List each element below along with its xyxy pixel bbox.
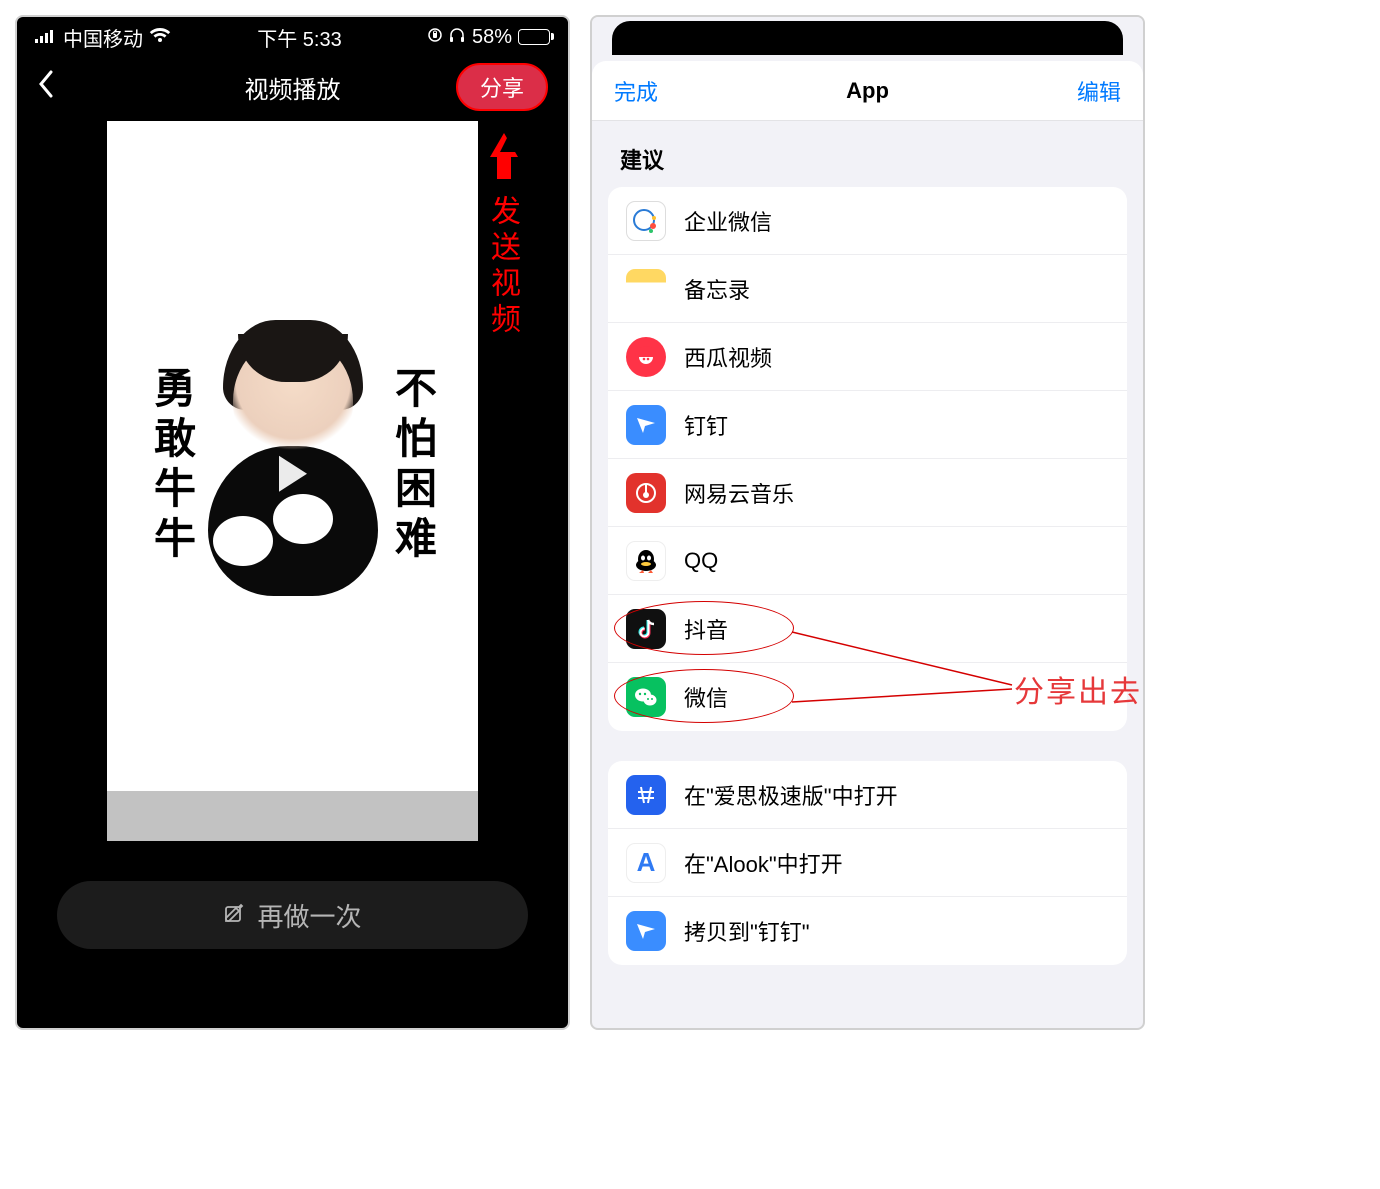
app-row-dingcopy[interactable]: 拷贝到"钉钉" <box>608 897 1127 965</box>
app-label: 在"爱思极速版"中打开 <box>684 779 898 811</box>
app-row-notes[interactable]: 备忘录 <box>608 255 1127 323</box>
app-label: 微信 <box>684 681 728 713</box>
app-row-wework[interactable]: 企业微信 <box>608 187 1127 255</box>
app-label: 抖音 <box>684 613 728 645</box>
annotation-share-out: 分享出去 <box>1014 667 1142 711</box>
video-preview[interactable]: 勇敢牛牛 不怕困难 <box>107 121 478 841</box>
redo-label: 再做一次 <box>257 897 361 934</box>
app-row-netease[interactable]: 网易云音乐 <box>608 459 1127 527</box>
wework-icon <box>626 201 666 241</box>
lock-icon <box>428 26 442 49</box>
video-share-screen: 中国移动 下午 5:33 58% 视频播放 分享 发送视频 勇敢牛牛 <box>15 15 570 1030</box>
app-label: 备忘录 <box>684 273 750 305</box>
battery-label: 58% <box>472 26 512 49</box>
app-label: 网易云音乐 <box>684 477 794 509</box>
page-title: 视频播放 <box>245 70 341 105</box>
app-list: 企业微信 备忘录 西瓜视频 钉钉 网易云音乐 <box>608 187 1127 731</box>
alook-icon: A <box>626 843 666 883</box>
sheet-header: 完成 App 编辑 <box>592 61 1143 121</box>
video-progress-area <box>107 791 478 841</box>
status-bar: 中国移动 下午 5:33 58% <box>17 17 568 57</box>
netease-icon <box>626 473 666 513</box>
app-row-aisi[interactable]: 在"爱思极速版"中打开 <box>608 761 1127 829</box>
share-sheet-screen: 完成 App 编辑 建议 企业微信 备忘录 西瓜视频 钉钉 <box>590 15 1145 1030</box>
redo-button[interactable]: 再做一次 <box>57 881 528 949</box>
edit-button[interactable]: 编辑 <box>1077 75 1121 107</box>
sheet-title: App <box>846 78 889 104</box>
app-label: 企业微信 <box>684 205 772 237</box>
app-label: 在"Alook"中打开 <box>684 847 843 879</box>
annotation-arrow-icon <box>490 133 518 157</box>
sheet-backdrop <box>592 17 1143 67</box>
app-row-qq[interactable]: QQ <box>608 527 1127 595</box>
meme-right-text: 不怕困难 <box>383 366 444 566</box>
nav-bar: 视频播放 分享 <box>17 57 568 117</box>
battery-icon <box>518 29 550 45</box>
app-row-douyin[interactable]: 抖音 <box>608 595 1127 663</box>
douyin-icon <box>626 609 666 649</box>
signal-icon <box>35 26 57 49</box>
dingtalk-icon <box>626 405 666 445</box>
done-button[interactable]: 完成 <box>614 75 658 107</box>
carrier-label: 中国移动 <box>63 23 143 52</box>
aisi-icon <box>626 775 666 815</box>
time-label: 下午 5:33 <box>257 23 341 52</box>
app-row-alook[interactable]: A 在"Alook"中打开 <box>608 829 1127 897</box>
wechat-icon <box>626 677 666 717</box>
notes-icon <box>626 269 666 309</box>
qq-icon <box>626 541 666 581</box>
headphones-icon <box>448 26 466 49</box>
app-row-xigua[interactable]: 西瓜视频 <box>608 323 1127 391</box>
section-suggestions: 建议 <box>592 121 1143 187</box>
annotation-send-video: 发送视频 <box>480 195 524 339</box>
wifi-icon <box>149 26 171 49</box>
app-label: QQ <box>684 548 718 574</box>
app-label: 钉钉 <box>684 409 728 441</box>
edit-icon <box>223 900 247 931</box>
dingtalk-copy-icon <box>626 911 666 951</box>
app-list-actions: 在"爱思极速版"中打开 A 在"Alook"中打开 拷贝到"钉钉" <box>608 761 1127 965</box>
back-button[interactable] <box>37 70 55 105</box>
share-button[interactable]: 分享 <box>456 63 548 111</box>
meme-left-text: 勇敢牛牛 <box>142 366 203 566</box>
xigua-icon <box>626 337 666 377</box>
app-label: 西瓜视频 <box>684 341 772 373</box>
app-row-dingtalk[interactable]: 钉钉 <box>608 391 1127 459</box>
app-label: 拷贝到"钉钉" <box>684 915 810 947</box>
play-icon[interactable] <box>279 456 307 492</box>
